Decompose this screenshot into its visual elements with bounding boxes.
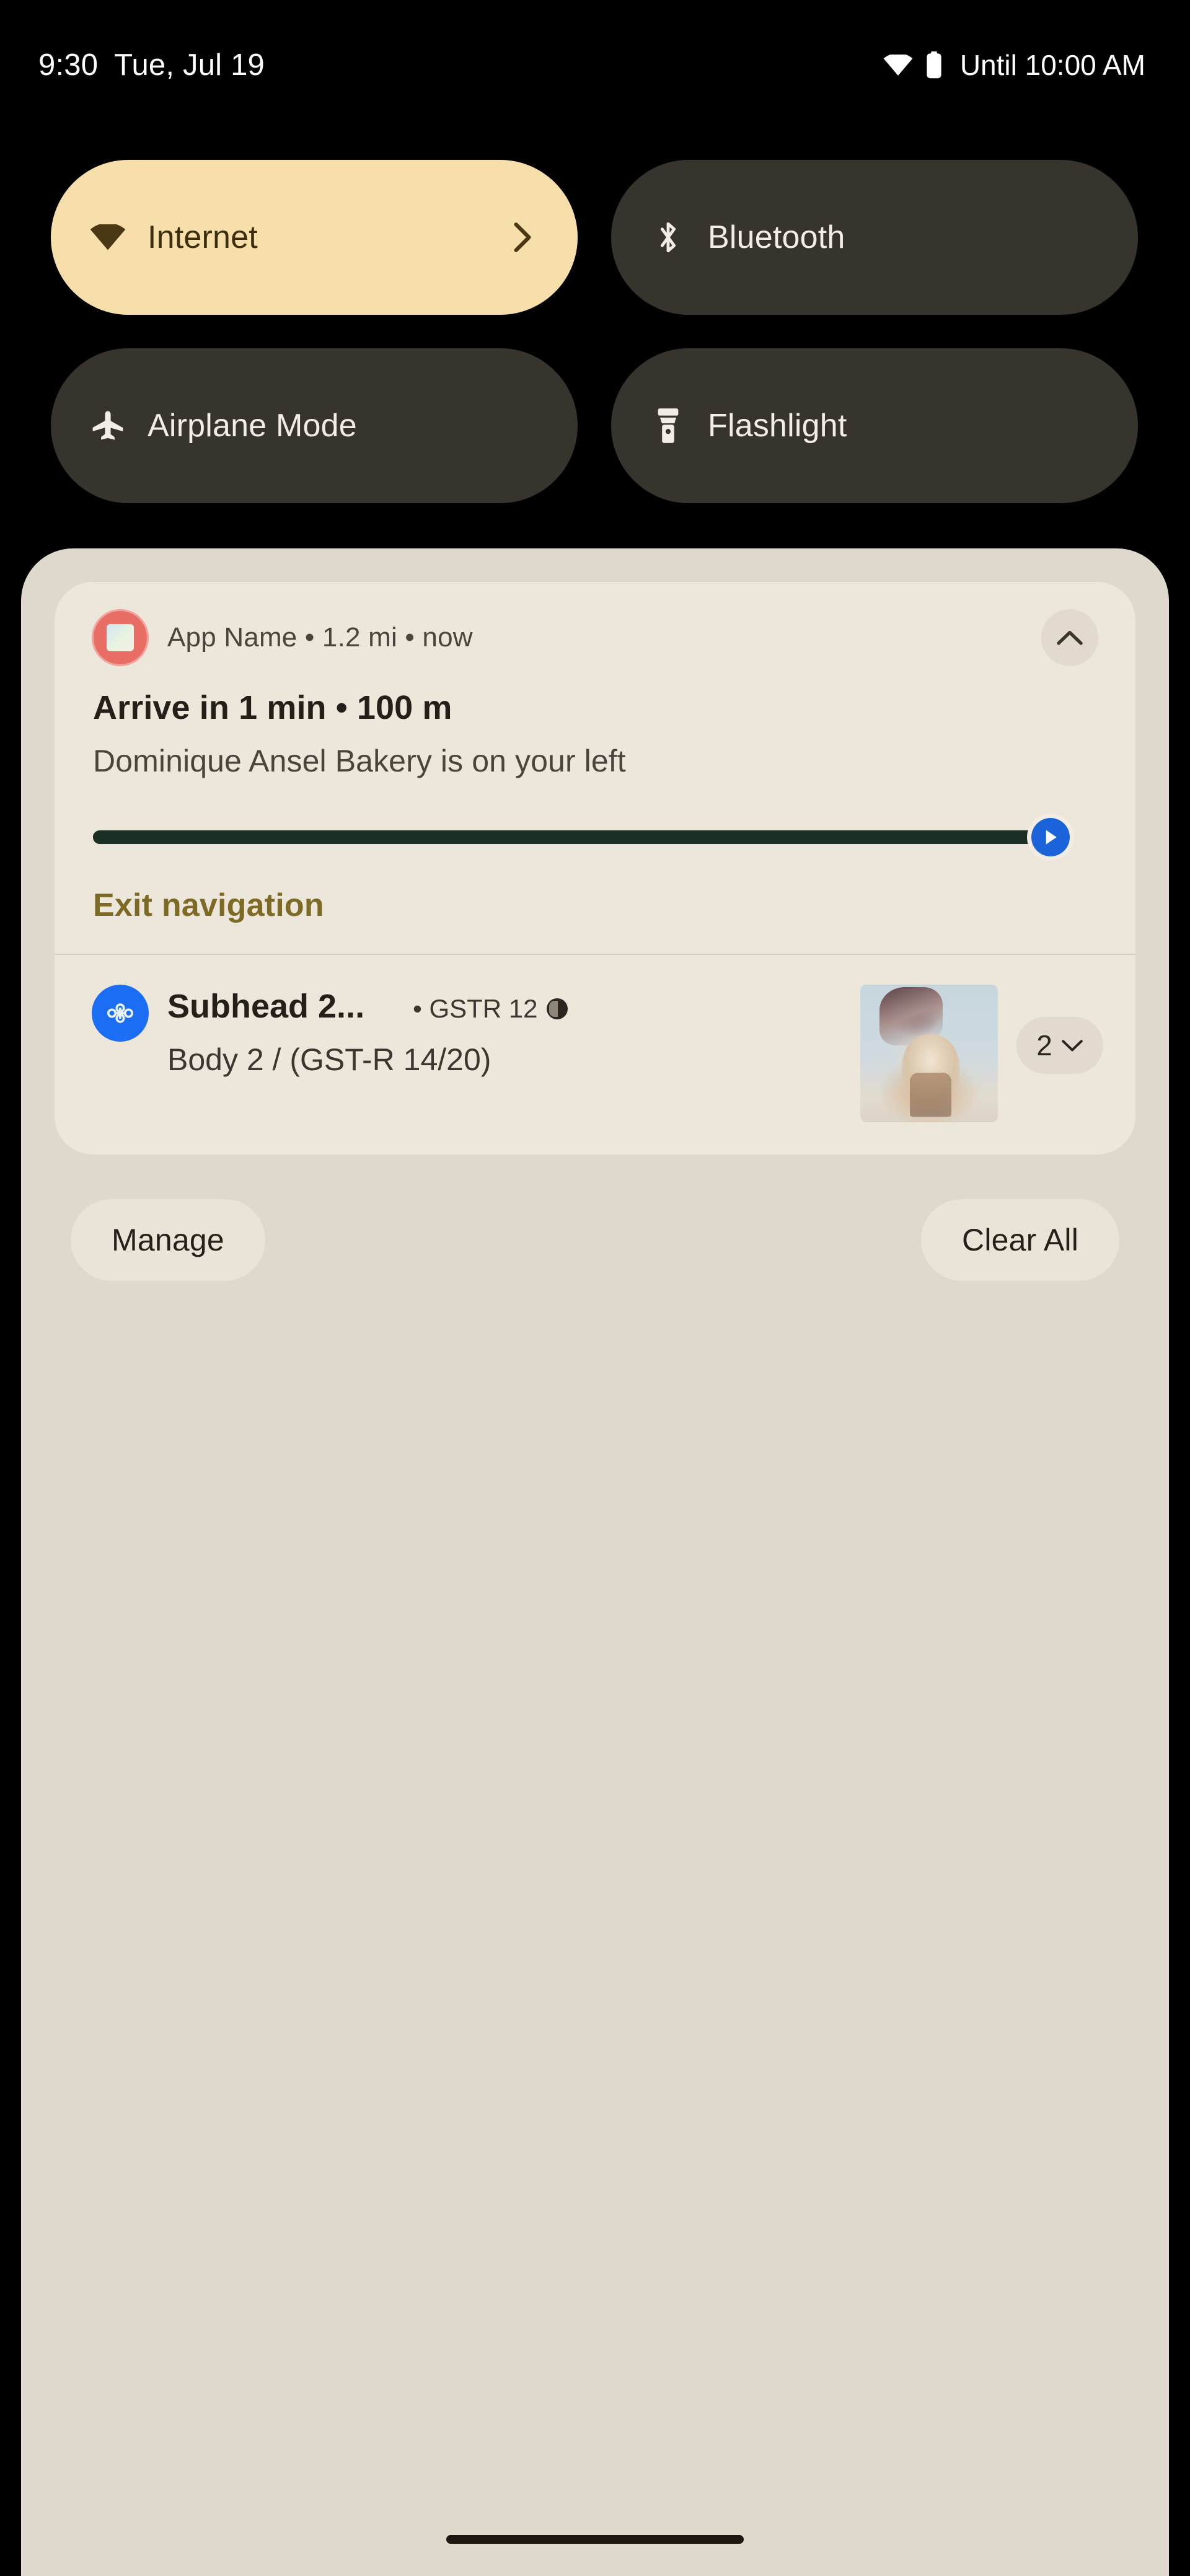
collapse-notification-button[interactable]	[1041, 609, 1098, 666]
notification-shade: App Name • 1.2 mi • now Arrive in 1 min …	[21, 548, 1169, 2576]
status-bar-right: Until 10:00 AM	[883, 48, 1145, 82]
notification-shade-screen: 9:30 Tue, Jul 19 Until 10:00 AM Internet	[0, 0, 1190, 2576]
chevron-up-icon	[1057, 631, 1083, 645]
progress-fill	[93, 830, 1036, 844]
notification-second-headline-row: Subhead 2... • GSTR 12	[167, 987, 842, 1026]
notification-group: App Name • 1.2 mi • now Arrive in 1 min …	[55, 582, 1135, 1154]
dnd-status-text: Until 10:00 AM	[959, 49, 1145, 81]
notification-second-meta: • GSTR 12	[413, 994, 568, 1024]
qs-tile-label: Airplane Mode	[148, 408, 357, 444]
notification-second-meta-text: • GSTR 12	[413, 994, 538, 1023]
battery-full-icon	[925, 51, 943, 79]
navigation-arrow-icon	[1031, 818, 1070, 856]
qs-tile-label: Bluetooth	[708, 219, 845, 255]
notification-second-body: Body 2 / (GST-R 14/20)	[167, 1042, 491, 1077]
navigation-progress-bar	[93, 818, 1070, 856]
qs-tile-label: Internet	[148, 219, 258, 255]
notification-second-text: Subhead 2... • GSTR 12 Body 2 / (GST-R 1…	[167, 985, 842, 1078]
notification-navigation[interactable]: App Name • 1.2 mi • now Arrive in 1 min …	[55, 582, 1135, 954]
qs-tile-label: Flashlight	[708, 408, 847, 444]
airplane-icon	[89, 407, 126, 444]
quick-settings-panel: Internet Bluetooth Airplane Mode Flashli…	[0, 160, 1190, 503]
group-count-label: 2	[1036, 1029, 1052, 1062]
wifi-icon	[89, 219, 126, 256]
notification-second[interactable]: Subhead 2... • GSTR 12 Body 2 / (GST-R 1…	[55, 955, 1135, 1154]
chevron-down-icon	[1061, 1040, 1083, 1052]
blue-app-icon	[92, 985, 149, 1042]
qs-tile-airplane-mode[interactable]: Airplane Mode	[51, 348, 578, 503]
expand-group-button[interactable]: 2	[1016, 1017, 1103, 1074]
exit-navigation-button[interactable]: Exit navigation	[93, 887, 324, 924]
home-indicator[interactable]	[446, 2535, 744, 2544]
manage-button[interactable]: Manage	[71, 1199, 265, 1281]
flashlight-icon	[650, 407, 687, 444]
maps-app-icon	[92, 609, 149, 666]
qs-tile-internet[interactable]: Internet	[51, 160, 578, 315]
wifi-icon	[883, 55, 913, 76]
notification-meta: App Name • 1.2 mi • now	[167, 622, 473, 653]
notification-body: Dominique Ansel Bakery is on your left	[93, 744, 626, 778]
photo-thumbnail	[860, 985, 998, 1122]
status-bar-clock: 9:30	[38, 48, 99, 82]
chevron-right-icon[interactable]	[511, 221, 534, 253]
clear-all-button[interactable]: Clear All	[921, 1199, 1119, 1281]
qs-tile-flashlight[interactable]: Flashlight	[611, 348, 1138, 503]
notification-title: Arrive in 1 min • 100 m	[93, 689, 452, 726]
progress-track	[93, 830, 1036, 844]
notification-subhead: Subhead 2...	[167, 988, 365, 1025]
shade-footer: Manage Clear All	[71, 1199, 1119, 1281]
notification-header: App Name • 1.2 mi • now	[92, 609, 1098, 666]
thumbnail-legs-shape	[909, 1073, 951, 1117]
bluetooth-icon	[650, 219, 687, 256]
status-bar-date: Tue, Jul 19	[114, 48, 265, 82]
qs-tile-bluetooth[interactable]: Bluetooth	[611, 160, 1138, 315]
status-bar-left: 9:30 Tue, Jul 19	[38, 48, 265, 82]
status-bar: 9:30 Tue, Jul 19 Until 10:00 AM	[0, 0, 1190, 130]
contrast-icon	[546, 998, 568, 1019]
